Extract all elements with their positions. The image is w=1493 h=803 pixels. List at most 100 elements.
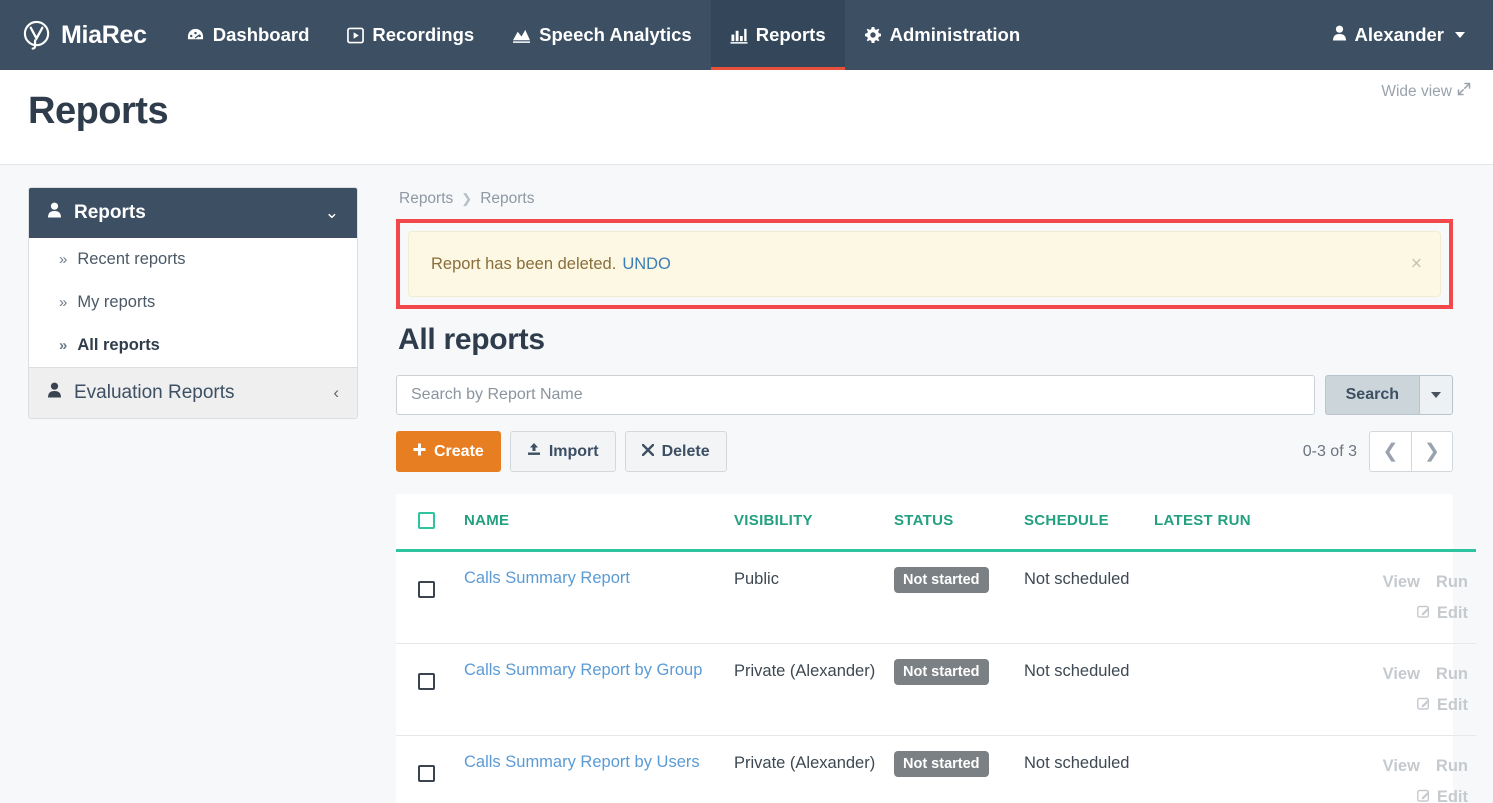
status-badge: Not started [894,567,989,593]
table-row[interactable]: Calls Summary Report by Group Private (A… [396,643,1476,737]
nav-item-label: Speech Analytics [539,24,692,45]
row-checkbox[interactable] [418,581,435,598]
user-menu[interactable]: Alexander [1332,24,1465,46]
times-icon [641,443,654,461]
run-link[interactable]: Run [1436,659,1468,690]
wide-view-label: Wide view [1381,82,1452,100]
bar-chart-icon [730,27,748,44]
sidebar-panel-header[interactable]: Reports ⌄ [29,188,357,238]
row-select-cell [396,736,456,803]
search-row: Search [396,375,1453,415]
row-name-cell: Calls Summary Report by Users [456,736,726,803]
sidebar: Reports ⌄ » Recent reports » My reports … [28,187,358,803]
header-select-all [396,494,456,552]
pencil-square-icon [1416,598,1431,629]
delete-button-label: Delete [661,442,710,460]
double-chevron-right-icon: » [59,337,68,354]
nav-item-administration[interactable]: Administration [845,0,1040,70]
row-select-cell [396,643,456,737]
chevron-right-icon: ❯ [461,191,473,206]
top-navbar: MiaRec Dashboard Recordings Speech Analy… [0,0,1493,70]
report-name-link[interactable]: Calls Summary Report by Users [464,753,700,771]
nav-item-reports[interactable]: Reports [710,0,845,70]
pencil-square-icon [1416,782,1431,803]
page-content: Reports ⌄ » Recent reports » My reports … [0,165,1493,803]
brand-logo[interactable]: MiaRec [0,0,167,70]
undo-link[interactable]: UNDO [622,255,671,274]
row-schedule-cell: Not scheduled [1016,643,1146,737]
create-button[interactable]: Create [396,431,501,472]
double-chevron-right-icon: » [59,294,68,311]
search-dropdown-toggle[interactable] [1419,375,1453,415]
page-header: Reports Wide view [0,70,1493,165]
run-link[interactable]: Run [1436,751,1468,782]
brand-label: MiaRec [61,20,147,49]
view-link[interactable]: View [1383,751,1420,782]
view-link[interactable]: View [1383,659,1420,690]
pagination: 0-3 of 3 ❮ ❯ [1303,431,1453,472]
sidebar-item-label: Recent reports [77,250,186,268]
search-button[interactable]: Search [1324,375,1419,415]
report-name-link[interactable]: Calls Summary Report by Group [464,661,702,679]
pagination-buttons: ❮ ❯ [1369,431,1453,472]
row-checkbox[interactable] [418,673,435,691]
header-visibility[interactable]: VISIBILITY [726,494,886,552]
sidebar-item-evaluation-reports[interactable]: Evaluation Reports ‹ [29,367,357,418]
header-status[interactable]: STATUS [886,494,1016,552]
import-button[interactable]: Import [509,431,616,472]
row-visibility-cell: Private (Alexander) [734,754,876,773]
breadcrumb-item-0[interactable]: Reports [399,190,453,208]
row-status-cell: Not started [886,550,1016,645]
delete-button[interactable]: Delete [624,431,727,472]
sidebar-item-my-reports[interactable]: » My reports [29,281,357,324]
reports-table: NAME VISIBILITY STATUS SCHEDULE LATEST R… [396,494,1476,803]
report-name-link[interactable]: Calls Summary Report [464,569,630,587]
gear-icon [864,26,882,44]
view-link[interactable]: View [1383,567,1420,598]
nav-item-dashboard[interactable]: Dashboard [167,0,329,70]
table-header-row: NAME VISIBILITY STATUS SCHEDULE LATEST R… [396,494,1476,552]
breadcrumb-item-1[interactable]: Reports [480,190,534,208]
import-button-label: Import [548,442,599,460]
sidebar-item-all-reports[interactable]: » All reports [29,324,357,367]
nav-item-speech-analytics[interactable]: Speech Analytics [493,0,711,70]
edit-link[interactable]: Edit [1437,598,1468,629]
chevron-down-icon[interactable]: ⌄ [325,203,339,223]
nav-item-label: Reports [755,24,826,45]
pagination-next-button[interactable]: ❯ [1411,431,1453,472]
header-name[interactable]: NAME [456,494,726,552]
nav-item-recordings[interactable]: Recordings [328,0,493,70]
search-input[interactable] [396,375,1315,415]
header-schedule[interactable]: SCHEDULE [1016,494,1146,552]
sidebar-item-label: Evaluation Reports [74,382,235,403]
status-badge: Not started [894,659,989,686]
edit-link[interactable]: Edit [1437,690,1468,721]
table-row[interactable]: Calls Summary Report Public Not started … [396,550,1476,645]
wide-view-toggle[interactable]: Wide view [1381,82,1471,101]
sidebar-item-recent-reports[interactable]: » Recent reports [29,238,357,281]
run-link[interactable]: Run [1436,567,1468,598]
sidebar-item-label: All reports [77,336,160,354]
select-all-checkbox[interactable] [418,512,435,529]
alert-banner: Report has been deleted. UNDO × [408,231,1441,297]
edit-link[interactable]: Edit [1437,782,1468,803]
user-icon [47,382,62,404]
section-title: All reports [398,323,545,356]
miarec-logo-icon [22,20,53,51]
sidebar-item-label: My reports [77,293,156,311]
sidebar-panel-reports: Reports ⌄ » Recent reports » My reports … [28,187,358,419]
user-menu-label: Alexander [1354,24,1444,45]
close-icon[interactable]: × [1411,255,1422,274]
row-checkbox[interactable] [418,765,435,783]
pagination-prev-button[interactable]: ❮ [1369,431,1411,472]
plus-icon [413,443,426,461]
chevron-left-icon: ❮ [1382,441,1399,462]
user-icon [47,202,62,224]
caret-down-icon [1455,32,1465,38]
row-status-cell: Not started [886,736,1016,803]
chevron-right-icon: ❯ [1424,441,1440,462]
table-row[interactable]: Calls Summary Report by Users Private (A… [396,736,1476,803]
header-latest-run[interactable]: LATEST RUN [1146,494,1306,552]
chevron-left-icon[interactable]: ‹ [333,383,339,403]
alert-message: Report has been deleted. [431,254,617,273]
